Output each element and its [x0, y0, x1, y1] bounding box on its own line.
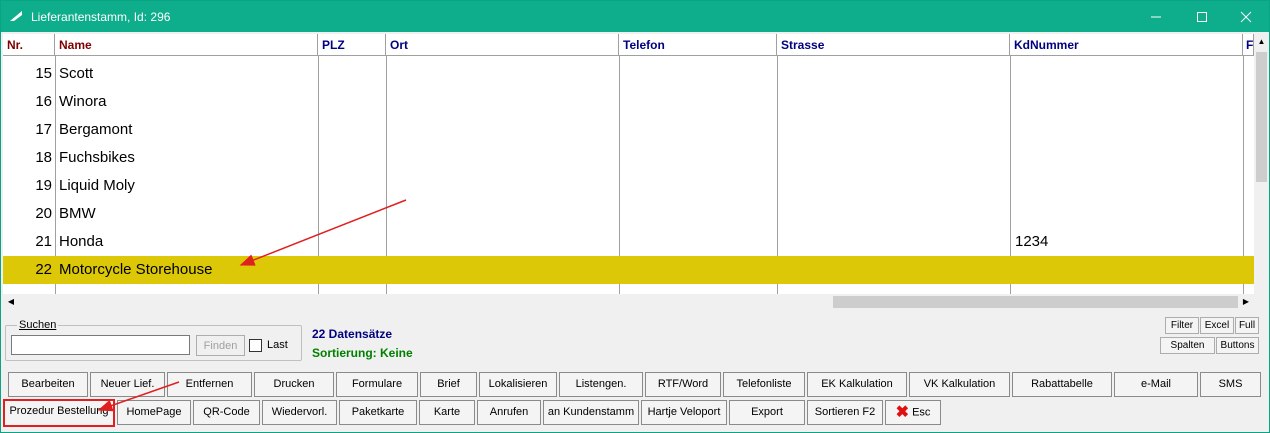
bearbeiten-button[interactable]: Bearbeiten: [8, 372, 88, 397]
app-icon: [10, 11, 22, 21]
row-nr: 16: [35, 93, 52, 110]
row-nr: 15: [35, 65, 52, 82]
minimize-icon: [1151, 16, 1161, 17]
vertical-scrollbar[interactable]: ▲: [1254, 34, 1269, 294]
row-name: Scott: [59, 65, 94, 82]
last-label: Last: [267, 339, 288, 351]
close-button[interactable]: [1223, 1, 1269, 32]
column-header-nr[interactable]: Nr.: [3, 34, 55, 56]
qr-code-button[interactable]: QR-Code: [193, 400, 260, 425]
ek-kalkulation-button[interactable]: EK Kalkulation: [807, 372, 907, 397]
buttons-button[interactable]: Buttons: [1216, 337, 1259, 354]
sms-button[interactable]: SMS: [1200, 372, 1261, 397]
search-legend: Suchen: [17, 319, 59, 331]
search-input[interactable]: [11, 335, 190, 355]
drucken-button[interactable]: Drucken: [254, 372, 334, 397]
brief-button[interactable]: Brief: [420, 372, 477, 397]
neuer-lief-button[interactable]: Neuer Lief.: [90, 372, 165, 397]
an-kundenstamm-button[interactable]: an Kundenstamm: [543, 400, 639, 425]
row-name: Winora: [59, 93, 107, 110]
find-button[interactable]: Finden: [196, 335, 245, 356]
row-kdnummer: 1234: [1015, 233, 1049, 250]
row-nr: 17: [35, 121, 52, 138]
window-title: Lieferantenstamm, Id: 296: [31, 10, 171, 24]
column-header-name[interactable]: Name: [55, 34, 318, 56]
last-checkbox[interactable]: [249, 339, 262, 352]
column-header-ort[interactable]: Ort: [386, 34, 619, 56]
vertical-scroll-thumb[interactable]: [1256, 52, 1267, 182]
export-button[interactable]: Export: [729, 400, 805, 425]
scroll-right-icon[interactable]: ▶: [1238, 294, 1254, 310]
lokalisieren-button[interactable]: Lokalisieren: [479, 372, 557, 397]
supplier-grid[interactable]: Nr. Name PLZ Ort Telefon Strasse KdNumme…: [3, 34, 1254, 294]
esc-button[interactable]: ✖ Esc: [885, 400, 941, 425]
listengen-button[interactable]: Listengen.: [559, 372, 643, 397]
column-header-kdnummer[interactable]: KdNummer: [1010, 34, 1243, 56]
title-bar: Lieferantenstamm, Id: 296: [1, 1, 1269, 32]
row-name: Motorcycle Storehouse: [59, 261, 213, 278]
formulare-button[interactable]: Formulare: [336, 372, 418, 397]
entfernen-button[interactable]: Entfernen: [167, 372, 252, 397]
hartje-veloport-button[interactable]: Hartje Veloport: [641, 400, 727, 425]
row-nr: 18: [35, 149, 52, 166]
sortieren-f2-button[interactable]: Sortieren F2: [807, 400, 883, 425]
wiedervorl-button[interactable]: Wiedervorl.: [262, 400, 337, 425]
filter-button[interactable]: Filter: [1165, 317, 1199, 334]
horizontal-scrollbar[interactable]: ◀ ▶: [3, 294, 1254, 310]
sorting-status: Sortierung: Keine: [312, 346, 413, 360]
row-name: Liquid Moly: [59, 177, 135, 194]
table-row[interactable]: 20 BMW: [3, 200, 1254, 228]
close-icon: [1240, 11, 1252, 22]
rabattabelle-button[interactable]: Rabattabelle: [1012, 372, 1112, 397]
rtf-word-button[interactable]: RTF/Word: [645, 372, 721, 397]
full-button[interactable]: Full: [1235, 317, 1259, 334]
row-name: Honda: [59, 233, 104, 250]
row-name: Bergamont: [59, 121, 133, 138]
scroll-up-icon[interactable]: ▲: [1254, 34, 1269, 49]
maximize-icon: [1197, 11, 1207, 22]
anrufen-button[interactable]: Anrufen: [477, 400, 541, 425]
esc-label: Esc: [912, 406, 931, 419]
column-header-partial[interactable]: F: [1243, 34, 1254, 56]
column-header-telefon[interactable]: Telefon: [619, 34, 777, 56]
minimize-button[interactable]: [1133, 1, 1179, 32]
table-row[interactable]: 21 Honda 1234: [3, 228, 1254, 256]
vk-kalkulation-button[interactable]: VK Kalkulation: [909, 372, 1010, 397]
table-row[interactable]: 17 Bergamont: [3, 116, 1254, 144]
horizontal-scroll-thumb[interactable]: [833, 296, 1238, 308]
spalten-button[interactable]: Spalten: [1160, 337, 1215, 354]
table-row[interactable]: 15 Scott: [3, 60, 1254, 88]
row-name: BMW: [59, 205, 96, 222]
table-row[interactable]: 16 Winora: [3, 88, 1254, 116]
record-count: 22 Datensätze: [312, 327, 393, 341]
table-row[interactable]: 18 Fuchsbikes: [3, 144, 1254, 172]
row-nr: 22: [35, 261, 52, 278]
row-name: Fuchsbikes: [59, 149, 135, 166]
close-icon: ✖: [895, 404, 909, 421]
row-nr: 19: [35, 177, 52, 194]
row-nr: 21: [35, 233, 52, 250]
excel-button[interactable]: Excel: [1200, 317, 1234, 334]
telefonliste-button[interactable]: Telefonliste: [723, 372, 805, 397]
table-row[interactable]: 19 Liquid Moly: [3, 172, 1254, 200]
supplier-window: Lieferantenstamm, Id: 296 Nr. Name PLZ O…: [0, 0, 1270, 433]
e-mail-button[interactable]: e-Mail: [1114, 372, 1198, 397]
column-header-plz[interactable]: PLZ: [318, 34, 386, 56]
paketkarte-button[interactable]: Paketkarte: [339, 400, 417, 425]
table-row-selected[interactable]: 22 Motorcycle Storehouse: [3, 256, 1254, 284]
scroll-left-icon[interactable]: ◀: [3, 294, 19, 310]
prozedur-bestellung-button[interactable]: Prozedur Bestellung: [3, 399, 115, 427]
column-header-strasse[interactable]: Strasse: [777, 34, 1010, 56]
karte-button[interactable]: Karte: [419, 400, 475, 425]
maximize-button[interactable]: [1179, 1, 1225, 32]
row-nr: 20: [35, 205, 52, 222]
homepage-button[interactable]: HomePage: [117, 400, 191, 425]
